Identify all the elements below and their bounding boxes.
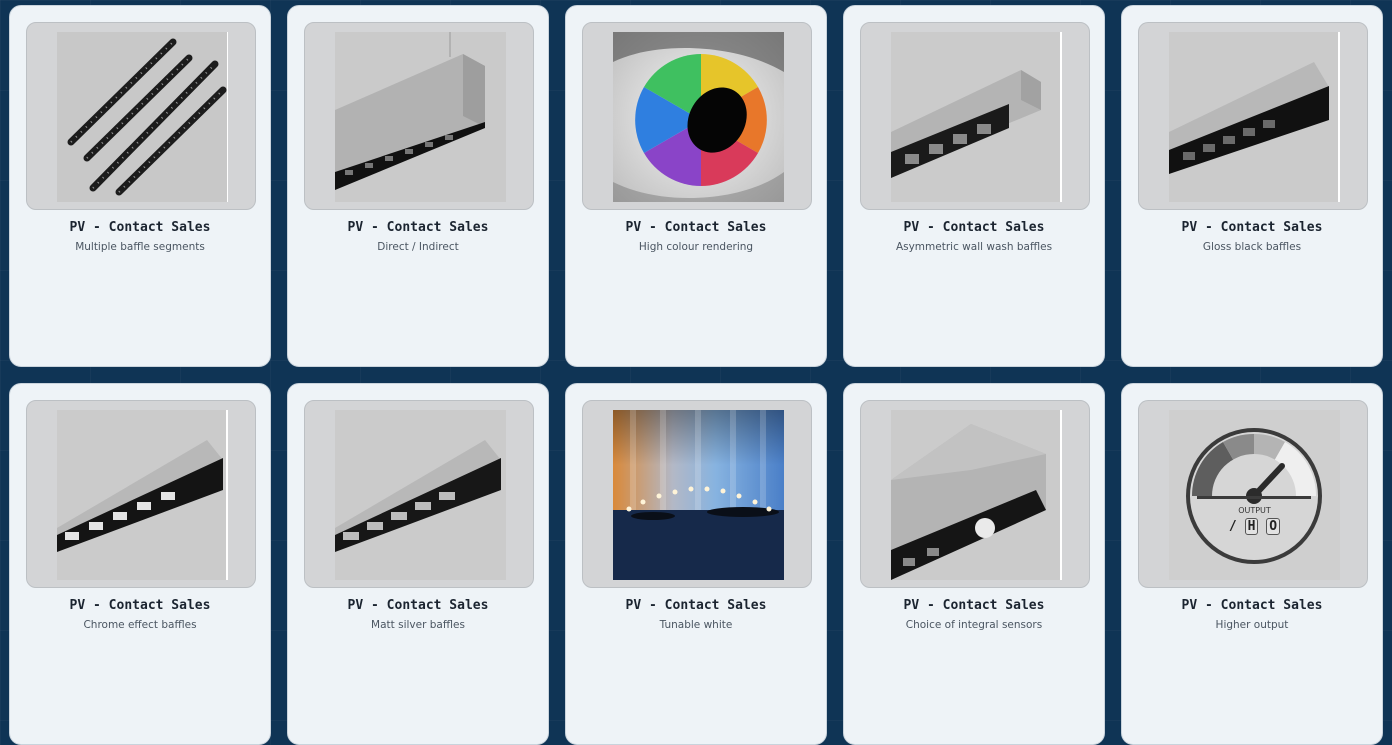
product-feature: Gloss black baffles (1202, 241, 1302, 253)
product-feature: Chrome effect baffles (83, 619, 197, 631)
product-thumbnail[interactable] (26, 400, 256, 588)
product-title[interactable]: PV - Contact Sales (566, 598, 826, 613)
output-gauge-image: OUTPUT / H O (1169, 410, 1340, 580)
wall-wash-linear-image (891, 32, 1062, 202)
product-feature: Higher output (1215, 619, 1289, 631)
product-thumbnail[interactable] (582, 400, 812, 588)
product-thumbnail[interactable] (1138, 22, 1368, 210)
gauge-label: OUTPUT (1238, 506, 1271, 515)
product-card[interactable]: OUTPUT / H O PV - Contact Sales Higher o… (1121, 383, 1383, 745)
product-feature: Matt silver baffles (371, 619, 465, 631)
product-feature: Direct / Indirect (377, 241, 459, 253)
product-card[interactable]: PV - Contact Sales Asymmetric wall wash … (843, 5, 1105, 367)
product-title[interactable]: PV - Contact Sales (10, 598, 270, 613)
product-title[interactable]: PV - Contact Sales (566, 220, 826, 235)
product-thumbnail[interactable] (582, 22, 812, 210)
product-title[interactable]: PV - Contact Sales (288, 220, 548, 235)
product-thumbnail[interactable] (860, 22, 1090, 210)
product-grid: PV - Contact Sales Multiple baffle segme… (0, 0, 1392, 745)
product-title[interactable]: PV - Contact Sales (288, 598, 548, 613)
product-feature: Asymmetric wall wash baffles (895, 241, 1053, 253)
gauge-letter: H (1244, 518, 1259, 535)
product-card[interactable]: PV - Contact Sales High colour rendering (565, 5, 827, 367)
product-feature: Multiple baffle segments (75, 241, 205, 253)
linear-segments-image (57, 32, 228, 202)
rainbow-eye-image (613, 32, 784, 202)
chrome-linear-image (57, 410, 228, 580)
tunable-white-image (613, 410, 784, 580)
pendant-linear-image (335, 32, 506, 202)
matt-silver-linear-image (335, 410, 506, 580)
product-title[interactable]: PV - Contact Sales (1122, 598, 1382, 613)
product-card[interactable]: PV - Contact Sales Matt silver baffles (287, 383, 549, 745)
product-title[interactable]: PV - Contact Sales (844, 598, 1104, 613)
product-feature: Tunable white (659, 619, 733, 631)
product-thumbnail[interactable] (304, 22, 534, 210)
sensor-linear-image (891, 410, 1062, 580)
product-thumbnail[interactable] (304, 400, 534, 588)
product-card[interactable]: PV - Contact Sales Chrome effect baffles (9, 383, 271, 745)
product-title[interactable]: PV - Contact Sales (1122, 220, 1382, 235)
product-thumbnail[interactable]: OUTPUT / H O (1138, 400, 1368, 588)
gloss-black-linear-image (1169, 32, 1340, 202)
product-card[interactable]: PV - Contact Sales Tunable white (565, 383, 827, 745)
product-card[interactable]: PV - Contact Sales Gloss black baffles (1121, 5, 1383, 367)
product-card[interactable]: PV - Contact Sales Choice of integral se… (843, 383, 1105, 745)
gauge-letter: O (1266, 518, 1281, 535)
product-thumbnail[interactable] (26, 22, 256, 210)
product-title[interactable]: PV - Contact Sales (844, 220, 1104, 235)
product-thumbnail[interactable] (860, 400, 1090, 588)
product-feature: Choice of integral sensors (905, 619, 1043, 631)
product-card[interactable]: PV - Contact Sales Direct / Indirect (287, 5, 549, 367)
gauge-prefix: / (1228, 519, 1237, 534)
product-card[interactable]: PV - Contact Sales Multiple baffle segme… (9, 5, 271, 367)
gauge-readout: / H O (1169, 518, 1340, 535)
product-title[interactable]: PV - Contact Sales (10, 220, 270, 235)
product-feature: High colour rendering (638, 241, 754, 253)
